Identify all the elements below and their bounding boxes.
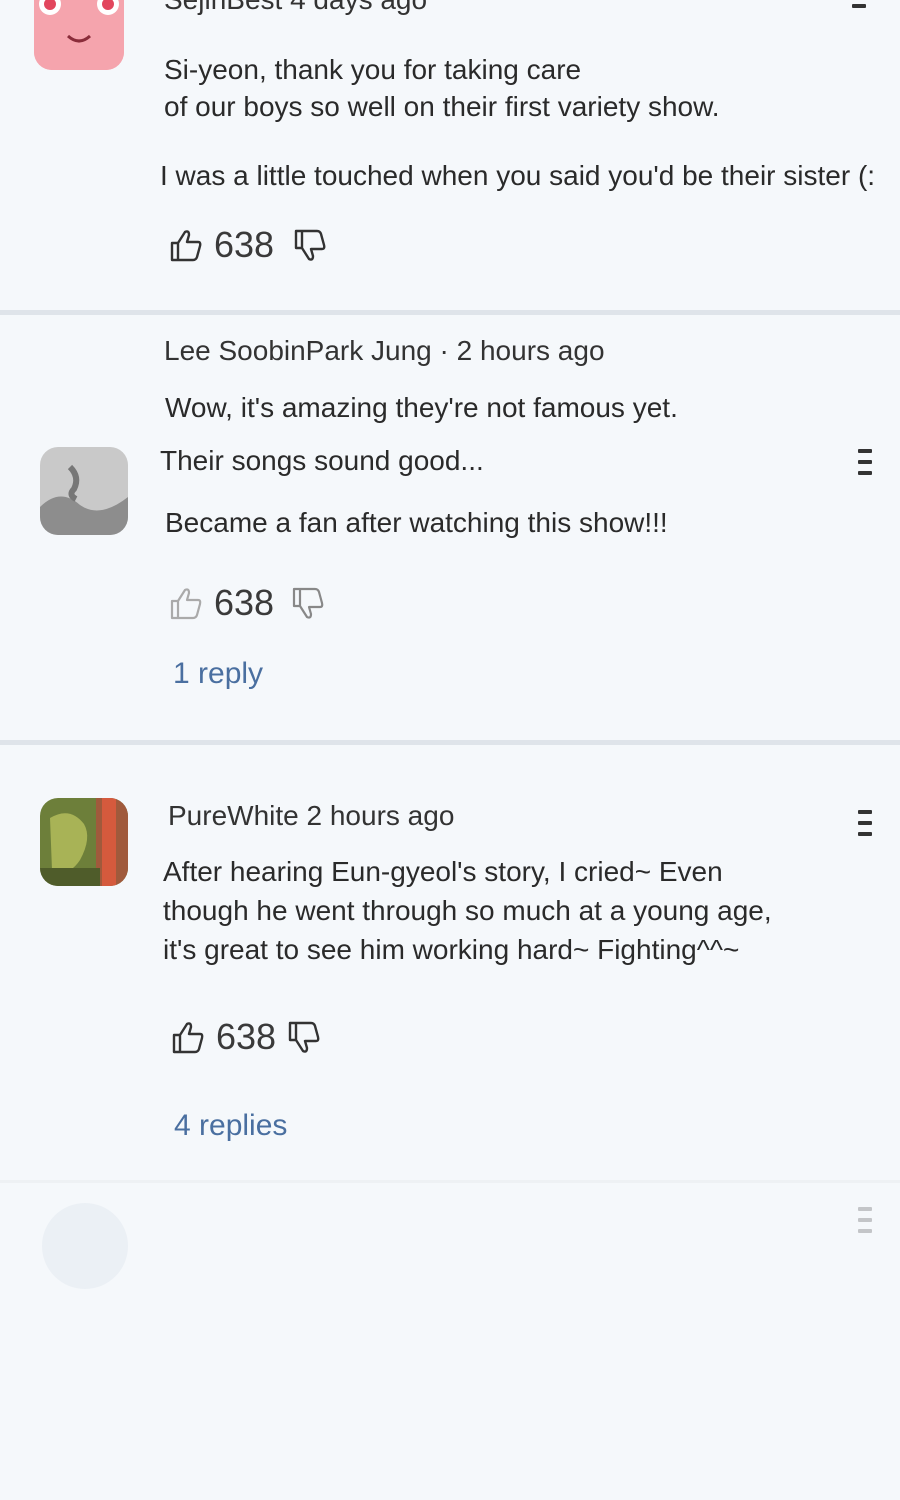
vote-bar: 638 <box>168 224 328 266</box>
replies-link[interactable]: 1 reply <box>173 657 263 691</box>
like-count: 638 <box>214 224 275 265</box>
avatar-placeholder <box>42 1203 128 1289</box>
comment-text-line: it's great to see him working hard~ Figh… <box>163 934 740 965</box>
avatar-image <box>40 798 128 886</box>
more-options-icon[interactable] <box>858 449 872 482</box>
thumbs-down-icon[interactable] <box>292 227 328 263</box>
avatar-green-photo[interactable] <box>40 798 128 886</box>
comment-text-line: Became a fan after watching this show!!! <box>165 507 668 538</box>
avatar-pink-character[interactable] <box>34 0 124 70</box>
comment-text-line: of our boys so well on their first varie… <box>164 91 720 122</box>
comment-text-line: Their songs sound good... <box>160 445 484 476</box>
comment-2: Lee SoobinPark Jung · 2 hours ago Wow, i… <box>0 315 900 740</box>
more-options-icon[interactable] <box>858 1207 872 1240</box>
comment-1: SejinBest 4 days ago Si-yeon, thank you … <box>0 0 900 310</box>
thumbs-up-icon[interactable] <box>168 585 204 621</box>
comment-text-line: though he went through so much at a youn… <box>163 895 772 926</box>
comment-author[interactable]: SejinBest 4 days ago <box>164 0 427 16</box>
comment-3: PureWhite 2 hours ago After hearing Eun-… <box>0 745 900 1180</box>
comment-author[interactable]: Lee SoobinPark Jung · 2 hours ago <box>164 335 605 367</box>
thumbs-down-icon[interactable] <box>290 585 326 621</box>
like-count: 638 <box>214 582 275 623</box>
like-count: 638 <box>216 1016 277 1057</box>
more-options-icon[interactable] <box>852 4 866 15</box>
comment-text-line: Wow, it's amazing they're not famous yet… <box>165 392 678 423</box>
avatar-character-face-icon <box>34 0 124 70</box>
comment-4-placeholder <box>0 1183 900 1500</box>
replies-link[interactable]: 4 replies <box>174 1109 287 1143</box>
vote-bar: 638 <box>170 1016 322 1058</box>
avatar-image <box>40 447 128 535</box>
thumbs-up-icon[interactable] <box>168 227 204 263</box>
avatar-grey-photo[interactable] <box>40 447 128 535</box>
comment-text-line: I was a little touched when you said you… <box>160 160 876 191</box>
comment-text-line: After hearing Eun-gyeol's story, I cried… <box>163 856 723 887</box>
thumbs-up-icon[interactable] <box>170 1019 206 1055</box>
comment-text-line: Si-yeon, thank you for taking care <box>164 54 582 85</box>
thumbs-down-icon[interactable] <box>286 1019 322 1055</box>
vote-bar: 638 <box>168 582 326 624</box>
more-options-icon[interactable] <box>858 810 872 843</box>
comment-author[interactable]: PureWhite 2 hours ago <box>168 800 454 832</box>
